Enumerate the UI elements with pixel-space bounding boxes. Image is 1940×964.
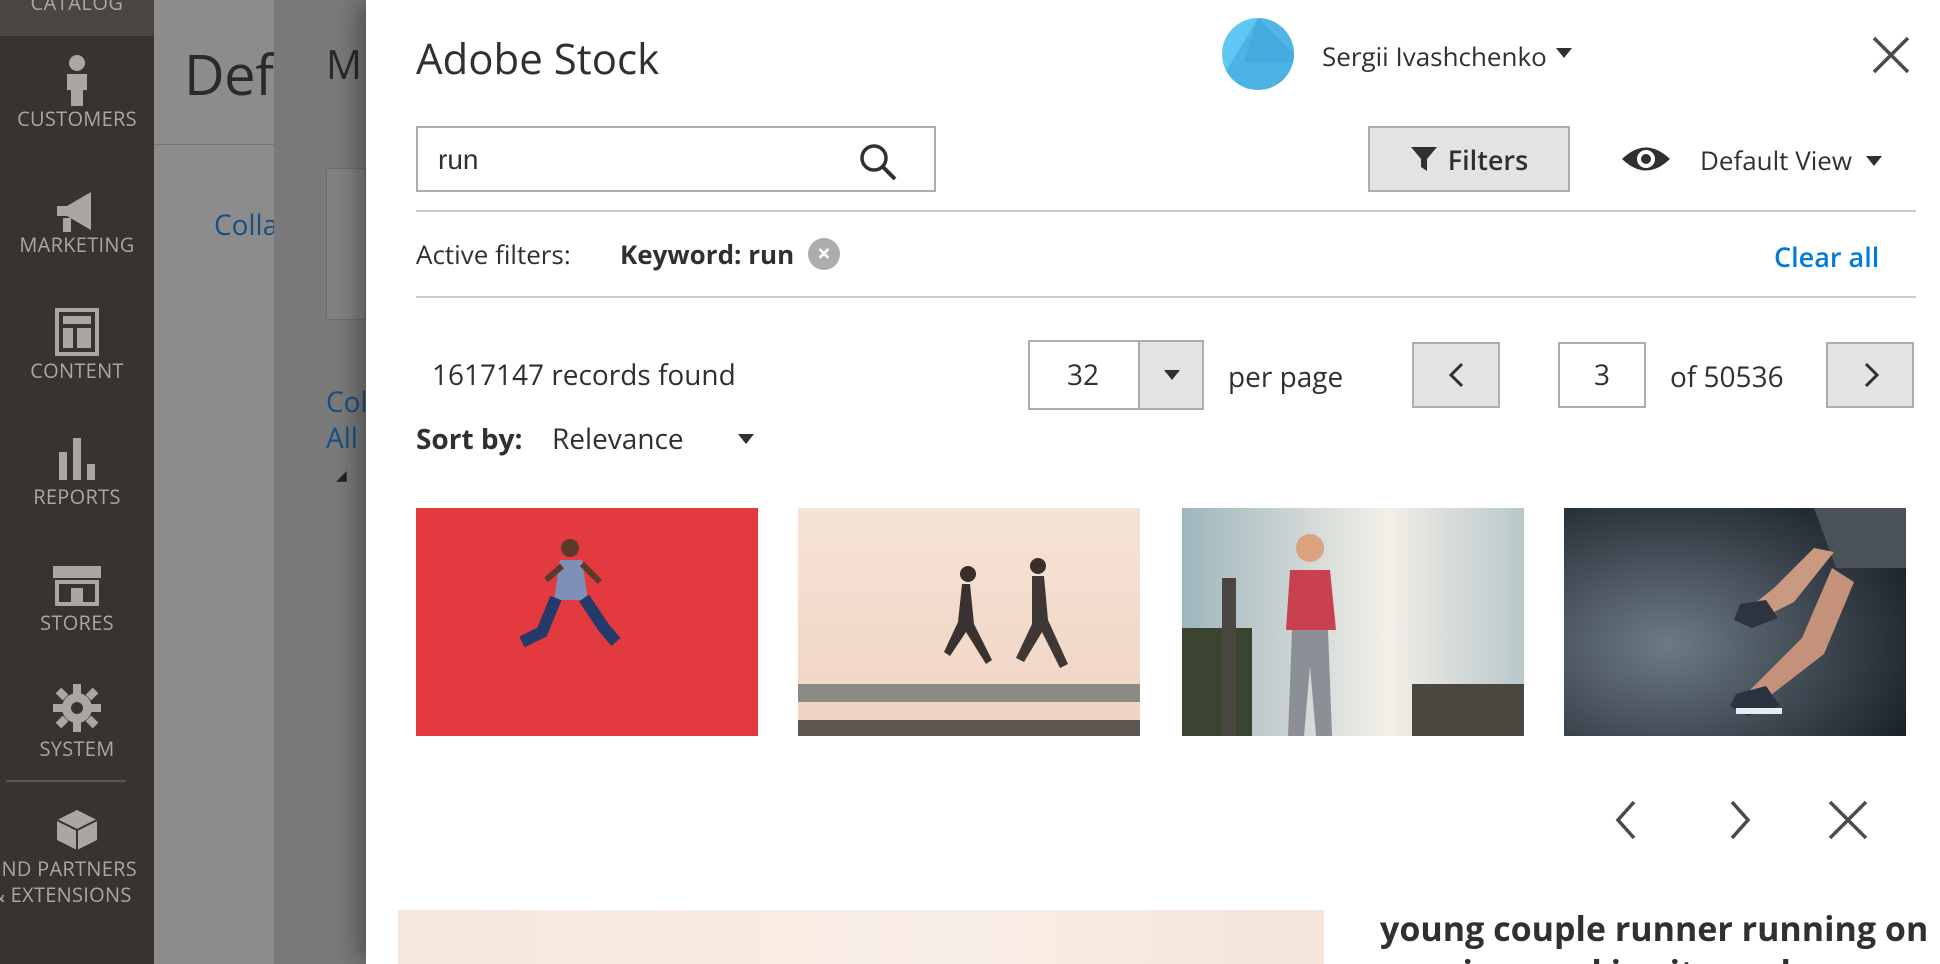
close-icon — [1828, 800, 1868, 840]
triangle-icon: ◢ — [336, 466, 347, 485]
chevron-left-icon — [1615, 800, 1636, 840]
chevron-down-icon[interactable] — [1556, 48, 1572, 58]
sidebar-item-label: CATALOG — [30, 0, 124, 16]
per-page-select[interactable]: 32 — [1028, 340, 1204, 410]
remove-filter-icon[interactable]: × — [808, 238, 840, 270]
sidebar-item-content[interactable]: CONTENT — [0, 302, 154, 384]
panel-title: M — [326, 36, 362, 91]
panel-box — [326, 168, 366, 320]
sidebar-item-partners[interactable]: FIND PARTNERS & EXTENSIONS — [0, 800, 138, 908]
per-page-label: per page — [1228, 358, 1344, 396]
person-icon — [0, 50, 154, 106]
page-number-input[interactable]: 3 — [1558, 342, 1646, 408]
sidebar-divider — [6, 780, 126, 782]
sidebar-item-label: FIND PARTNERS — [0, 855, 138, 882]
chevron-right-icon — [1864, 362, 1880, 388]
preview-next-button[interactable] — [1716, 798, 1760, 842]
next-page-button[interactable] — [1826, 342, 1914, 408]
search-input[interactable] — [438, 140, 838, 180]
records-count: 1617147 records found — [432, 356, 736, 394]
close-button[interactable] — [1866, 30, 1916, 80]
view-selector[interactable]: Default View — [1700, 142, 1852, 178]
user-name[interactable]: Sergii Ivashchenko — [1322, 38, 1547, 74]
preview-image — [398, 910, 1324, 964]
preview-title: young couple runner running onrunning ro… — [1380, 905, 1929, 964]
search-icon[interactable] — [858, 142, 898, 182]
sidebar-item-reports[interactable]: REPORTS — [0, 428, 154, 510]
sidebar-item-label: REPORTS — [33, 483, 121, 510]
filter-icon — [1410, 147, 1437, 171]
gear-icon — [0, 680, 154, 736]
sidebar-item-stores[interactable]: STORES — [0, 554, 154, 636]
admin-sidebar: CATALOG CUSTOMERS MARKETING CONTENT REPO… — [0, 0, 154, 964]
per-page-value: 32 — [1066, 356, 1100, 394]
chevron-down-icon[interactable] — [738, 434, 754, 444]
sidebar-item-system[interactable]: SYSTEM — [0, 680, 154, 762]
close-icon — [1872, 36, 1910, 74]
sidebar-item-label: CONTENT — [30, 357, 124, 384]
filters-button[interactable]: Filters — [1368, 126, 1570, 192]
sort-select[interactable]: Relevance — [552, 420, 684, 458]
divider — [154, 144, 274, 145]
blocks-icon — [0, 800, 154, 856]
eye-icon[interactable] — [1620, 142, 1672, 176]
chevron-right-icon — [1730, 800, 1751, 840]
modal-title: Adobe Stock — [416, 30, 660, 87]
divider — [416, 210, 1916, 212]
collapse-link: Colla — [214, 206, 279, 244]
collapse-all-link: Col All — [326, 383, 368, 457]
page-title: Def — [184, 36, 274, 112]
sidebar-item-catalog[interactable]: CATALOG — [0, 0, 154, 36]
background-page: Def Colla — [154, 0, 278, 964]
sidebar-item-label: & EXTENSIONS — [0, 881, 132, 908]
search-box — [416, 126, 936, 192]
background-panel: M Col All ◢ — [274, 0, 368, 964]
storefront-icon — [0, 554, 154, 610]
stock-image-thumbnail[interactable] — [416, 508, 758, 736]
stock-image-thumbnail[interactable] — [798, 508, 1140, 736]
divider — [416, 296, 1916, 298]
sidebar-item-label: STORES — [40, 609, 114, 636]
bar-chart-icon — [0, 428, 154, 484]
active-filter-chip: Keyword: run — [620, 236, 795, 272]
filters-label: Filters — [1447, 140, 1529, 178]
total-pages: of 50536 — [1670, 358, 1784, 396]
previous-page-button[interactable] — [1412, 342, 1500, 408]
sort-label: Sort by: — [416, 420, 523, 458]
layout-icon — [0, 302, 154, 358]
preview-close-button[interactable] — [1826, 798, 1870, 842]
adobe-stock-modal: Adobe Stock Sergii Ivashchenko Filters D… — [366, 0, 1940, 964]
chevron-left-icon — [1448, 362, 1464, 388]
sidebar-item-marketing[interactable]: MARKETING — [0, 176, 154, 258]
active-filters-label: Active filters: — [416, 236, 571, 272]
megaphone-icon — [0, 176, 154, 232]
sidebar-item-label: SYSTEM — [39, 735, 115, 762]
per-page-dropdown-button[interactable] — [1138, 342, 1202, 408]
avatar[interactable] — [1222, 18, 1294, 90]
chevron-down-icon[interactable] — [1866, 156, 1882, 166]
clear-all-link[interactable]: Clear all — [1774, 238, 1879, 275]
preview-previous-button[interactable] — [1606, 798, 1650, 842]
stock-image-thumbnail[interactable] — [1182, 508, 1524, 736]
stock-image-thumbnail[interactable] — [1564, 508, 1906, 736]
sidebar-item-customers[interactable]: CUSTOMERS — [0, 50, 154, 132]
